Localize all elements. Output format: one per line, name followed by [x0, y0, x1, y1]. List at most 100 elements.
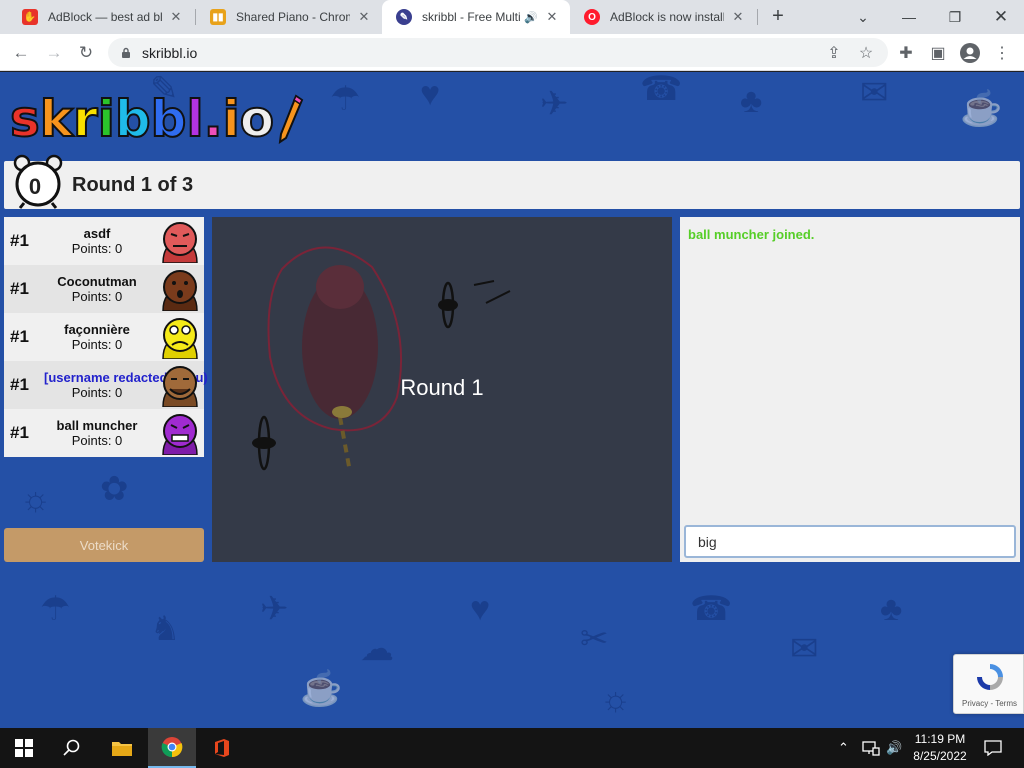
tab-adblock-installed[interactable]: O AdBlock is now installe ✕: [570, 0, 756, 34]
folder-icon: [112, 742, 132, 756]
recaptcha-icon: [977, 664, 1003, 690]
tab-divider: [757, 9, 758, 25]
player-points: Points: 0: [71, 289, 123, 304]
player-avatar: [162, 366, 198, 407]
network-icon[interactable]: [862, 728, 880, 768]
profile-avatar-icon[interactable]: [956, 39, 984, 67]
logo-letter: i: [97, 90, 116, 148]
drawing-canvas[interactable]: Round 1: [212, 217, 672, 562]
guess-input[interactable]: [684, 525, 1016, 558]
browser-tab-strip: ✋ AdBlock — best ad blo ✕ ▮▮ Shared Pian…: [0, 0, 1024, 34]
player-row[interactable]: #1 façonnière Points: 0: [4, 313, 204, 361]
player-row[interactable]: #1 ball muncher Points: 0: [4, 409, 204, 457]
adblock-icon: ✋: [22, 9, 38, 25]
player-avatar: [162, 222, 198, 263]
tab-skribbl[interactable]: ✎ skribbl - Free Multi 🔊 ✕: [382, 0, 570, 34]
tab-title: AdBlock is now installe: [610, 10, 724, 24]
chrome-taskbar-button[interactable]: [148, 728, 196, 768]
restore-button[interactable]: ❐: [932, 0, 978, 34]
recaptcha-badge[interactable]: Privacy - Terms: [953, 654, 1024, 714]
chat-panel: ball muncher joined.: [680, 217, 1020, 562]
player-list: #1 asdf Points: 0 #1 Coconutman Points: …: [4, 217, 208, 457]
tab-title: Shared Piano - Chrome: [236, 10, 350, 24]
logo-letter: o: [239, 90, 275, 148]
tab-adblock[interactable]: ✋ AdBlock — best ad blo ✕: [8, 0, 194, 34]
player-points: Points: 0: [71, 385, 123, 400]
player-name: Coconutman: [57, 274, 137, 289]
new-tab-button[interactable]: +: [766, 5, 790, 29]
tab-title: AdBlock — best ad blo: [48, 10, 162, 24]
search-button[interactable]: [48, 728, 96, 768]
player-name: ball muncher: [56, 418, 138, 433]
logo-letter: k: [39, 90, 74, 148]
windows-logo-icon: [15, 739, 33, 757]
player-rank: #1: [10, 375, 29, 394]
lock-icon: [122, 47, 130, 58]
kebab-menu-icon[interactable]: ⋮: [988, 39, 1016, 67]
recaptcha-links[interactable]: Privacy - Terms: [954, 699, 1024, 708]
player-row-self[interactable]: #1 [username redacted] (You) Points: 0: [4, 361, 208, 409]
player-avatar: [162, 318, 198, 359]
share-icon[interactable]: ⇪: [820, 39, 848, 67]
file-explorer-button[interactable]: [98, 728, 146, 768]
office-taskbar-button[interactable]: [198, 728, 246, 768]
start-button[interactable]: [0, 728, 48, 768]
tab-shared-piano[interactable]: ▮▮ Shared Piano - Chrome ✕: [196, 0, 382, 34]
logo-letter: .: [203, 90, 224, 148]
windows-taskbar: ⌃ 🔊 11:19 PM 8/25/2022: [0, 728, 1024, 768]
browser-toolbar: ← → ↻ skribbl.io ⇪ ☆ ✚ ▣ ⋮: [0, 34, 1024, 71]
timer-value: 0: [28, 174, 42, 199]
volume-icon[interactable]: 🔊: [886, 728, 902, 768]
back-button[interactable]: ←: [7, 39, 35, 67]
logo-letter: i: [222, 90, 241, 148]
system-clock[interactable]: 11:19 PM 8/25/2022: [905, 731, 975, 765]
url-text: skribbl.io: [142, 44, 198, 61]
bookmark-star-icon[interactable]: ☆: [852, 39, 880, 67]
notifications-icon[interactable]: [984, 728, 1002, 768]
player-avatar: [162, 414, 198, 455]
logo-letter: b: [114, 90, 152, 148]
pencil-icon: [278, 94, 304, 144]
player-row[interactable]: #1 Coconutman Points: 0: [4, 265, 204, 313]
votekick-button[interactable]: Votekick: [4, 528, 204, 562]
side-panel-icon[interactable]: ▣: [924, 39, 952, 67]
chrome-icon: [161, 737, 183, 758]
player-points: Points: 0: [71, 337, 123, 352]
player-name: façonnière: [64, 322, 130, 337]
player-rank: #1: [10, 423, 29, 442]
reload-button[interactable]: ↻: [72, 39, 100, 67]
logo-letter: l: [185, 90, 204, 148]
show-hidden-icons[interactable]: ⌃: [838, 728, 849, 768]
close-icon[interactable]: ✕: [356, 9, 372, 25]
chat-message: ball muncher joined.: [688, 227, 815, 242]
player-points: Points: 0: [71, 241, 123, 256]
skribbl-logo[interactable]: s k r i b b l . i o: [9, 84, 304, 148]
logo-letter: s: [9, 90, 41, 148]
clock-date: 8/25/2022: [913, 749, 967, 763]
close-icon[interactable]: ✕: [168, 9, 184, 25]
extensions-icon[interactable]: ✚: [892, 39, 920, 67]
logo-letter: r: [72, 90, 99, 148]
skribbl-page: ✎ ☂ ♥ ✈ ☎ ♣ ✉ ☕ ☼ ✿ ☂ ♞ ✈ ☁ ♥ ✂ ☎ ✉ ♣ ☕ …: [0, 72, 1024, 728]
tab-search-button[interactable]: ⌄: [840, 0, 886, 34]
minimize-button[interactable]: —: [886, 0, 932, 34]
player-rank: #1: [10, 231, 29, 250]
player-rank: #1: [10, 279, 29, 298]
close-icon[interactable]: ✕: [544, 9, 560, 25]
clock-time: 11:19 PM: [914, 732, 966, 746]
player-name: [username redacted] (You): [44, 370, 208, 385]
close-window-button[interactable]: ✕: [978, 0, 1024, 34]
player-row[interactable]: #1 asdf Points: 0: [4, 217, 204, 265]
speaker-icon[interactable]: 🔊: [524, 11, 538, 24]
player-name: asdf: [83, 226, 111, 241]
player-rank: #1: [10, 327, 29, 346]
logo-letter: b: [150, 90, 188, 148]
canvas-round-overlay: Round 1: [400, 375, 484, 400]
address-bar[interactable]: skribbl.io: [108, 38, 888, 67]
round-indicator: Round 1 of 3: [72, 174, 194, 196]
forward-button[interactable]: →: [40, 39, 68, 67]
skribbl-icon: ✎: [396, 9, 412, 25]
tab-title: skribbl - Free Multi: [422, 10, 521, 24]
round-bar: 0 Round 1 of 3: [4, 154, 1020, 209]
close-icon[interactable]: ✕: [730, 9, 746, 25]
